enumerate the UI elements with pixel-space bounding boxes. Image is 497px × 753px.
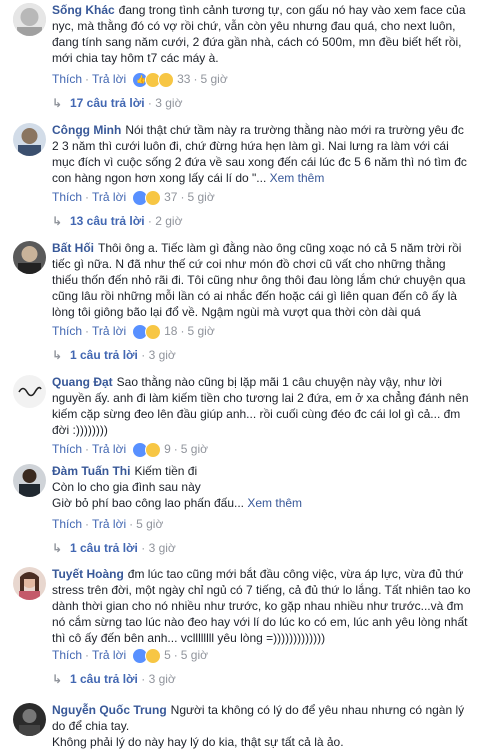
comment-text: Kiếm tiền đi [134, 464, 198, 478]
comment-text: nó cắm sừng tao lúc nào đeo hay với lí d… [52, 615, 468, 629]
comment-text: 2 3 năm thì cưới luôn đi, chứ đừng hứa h… [52, 139, 449, 153]
reply-button[interactable]: Trả lời [92, 648, 126, 662]
comment-text: đời :)))))))) [52, 423, 108, 437]
see-more-link[interactable]: Xem thêm [270, 171, 325, 185]
avatar[interactable] [13, 375, 46, 408]
comment-time[interactable]: 5 giờ [181, 442, 208, 456]
reactions[interactable] [132, 441, 162, 459]
view-replies-link[interactable]: ↳ 13 câu trả lời · 2 giờ [52, 213, 182, 229]
reaction-count: 33 [177, 72, 191, 86]
reply-button[interactable]: Trả lời [92, 517, 126, 531]
reaction-count: 5 [164, 648, 171, 662]
comment-text: mục đích vì cuộc sống 2 đứa về sau xong … [52, 155, 467, 169]
like-button[interactable]: Thích [52, 324, 82, 338]
comment-text: Không phải lý do này hay lý do kia, thật… [52, 735, 344, 749]
commenter-name[interactable]: Tuyết Hoàng [52, 567, 124, 581]
reaction-count: 9 [164, 442, 171, 456]
comment-time[interactable]: 5 giờ [181, 648, 208, 662]
view-replies-link[interactable]: ↳ 1 câu trả lời · 3 giờ [52, 347, 176, 363]
reply-arrow-icon: ↳ [52, 96, 63, 110]
like-button[interactable]: Thích [52, 517, 82, 531]
comment-time[interactable]: 5 giờ [200, 72, 227, 86]
view-replies-link[interactable]: ↳ 1 câu trả lời · 3 giờ [52, 540, 176, 556]
wow-reaction-icon [158, 72, 175, 89]
comment-text: Người ta không có lý do để yêu nhau nhưn… [170, 703, 465, 717]
comment-text: Thôi ông a. Tiếc làm gì đằng nào ông cũn… [98, 241, 462, 255]
reaction-count: 18 [164, 324, 178, 338]
haha-reaction-icon [145, 442, 162, 459]
reply-arrow-icon: ↳ [52, 541, 63, 555]
comment-text: mới chia tay hôm t7 các máy à. [52, 51, 219, 65]
reaction-count: 37 [164, 190, 178, 204]
avatar[interactable] [13, 464, 46, 497]
comment-text: con hàng ngon hơn xong lấy cái lí do "..… [52, 171, 267, 185]
view-replies-link[interactable]: ↳ 1 câu trả lời · 3 giờ [52, 671, 176, 687]
commenter-name[interactable]: Bất Hối [52, 241, 94, 255]
comment-time[interactable]: 5 giờ [187, 190, 214, 204]
view-replies-link[interactable]: ↳ 17 câu trả lời · 3 giờ [52, 95, 182, 111]
avatar[interactable] [13, 3, 46, 36]
comment-text: stress trên đời, một ngày chỉ ngủ có 7 t… [52, 583, 471, 597]
reactions[interactable] [132, 323, 162, 341]
comment-text: Nói thật chứ tầm này ra trường thằng nào… [125, 123, 464, 137]
commenter-name[interactable]: Quang Đạt [52, 375, 113, 389]
comment-text: dành thời gian cho nó nhiều như trước, k… [52, 599, 464, 613]
comment-text: cũng lâu rồi những mỗi lần có ai nhắc đế… [52, 289, 457, 303]
comment-text: nyc, mà thằng đó có vợ rồi chứ, vẫn còn … [52, 19, 456, 33]
reactions[interactable] [132, 189, 162, 207]
haha-reaction-icon [145, 190, 162, 207]
like-button[interactable]: Thích [52, 648, 82, 662]
comment-text: thiếu thốn đến nhỏ rãi đi. Tôi cũng như … [52, 273, 466, 287]
comment-text: Còn lo cho gia đình sau này [52, 480, 201, 494]
comment-text: nguyền ấy. anh đi làm kiếm tiền cho tươn… [52, 391, 469, 405]
haha-reaction-icon [145, 648, 162, 665]
reply-button[interactable]: Trả lời [92, 72, 126, 86]
see-more-link[interactable]: Xem thêm [247, 496, 302, 510]
comment-text: thì cô ấy đến bên anh... vcllllllll yêu … [52, 631, 326, 645]
comment-text: tiếc gì nữa. N đã như thế cứ coi như món… [52, 257, 446, 271]
comment-text: kiếm cặp sừng đeo lên đầu giúp anh... rồ… [52, 407, 461, 421]
reactions[interactable]: 👍 [132, 71, 175, 89]
commenter-name[interactable]: Đàm Tuấn Thi [52, 464, 130, 478]
comment-text: đang trong tình cảnh tương tự, con gấu n… [118, 3, 466, 17]
reply-arrow-icon: ↳ [52, 214, 63, 228]
comment-text: Giờ bỏ phí bao công lao phấn đấu... [52, 496, 245, 510]
avatar[interactable] [13, 241, 46, 274]
like-button[interactable]: Thích [52, 72, 82, 86]
avatar[interactable] [13, 123, 46, 156]
reply-arrow-icon: ↳ [52, 672, 63, 686]
avatar[interactable] [13, 567, 46, 600]
comment-time[interactable]: 5 giờ [136, 517, 163, 531]
reply-button[interactable]: Trả lời [92, 324, 126, 338]
like-button[interactable]: Thích [52, 442, 82, 456]
comment-time[interactable]: 5 giờ [187, 324, 214, 338]
comment-text: đang tính sang năm cưới, 2 đứa gần nhà, … [52, 35, 462, 49]
commenter-name[interactable]: Sống Khác [52, 3, 115, 17]
avatar[interactable] [13, 703, 46, 736]
commenter-name[interactable]: Công̣g Minh [52, 123, 121, 137]
reply-arrow-icon: ↳ [52, 348, 63, 362]
like-button[interactable]: Thích [52, 190, 82, 204]
comment-text: lòng tôi giông bão lại đổ về. Ngậm ngùi … [52, 305, 421, 319]
reactions[interactable] [132, 647, 162, 665]
reply-button[interactable]: Trả lời [92, 442, 126, 456]
haha-reaction-icon [145, 324, 162, 341]
comment-text: đm lúc tao cũng mới bắt đầu công việc, v… [127, 567, 464, 581]
reply-button[interactable]: Trả lời [92, 190, 126, 204]
commenter-name[interactable]: Nguyễn Quốc Trung [52, 703, 167, 717]
comment-text: do để chia tay. [52, 719, 130, 733]
comment-text: Sao thằng nào cũng bị lặp mãi 1 câu chuy… [116, 375, 442, 389]
